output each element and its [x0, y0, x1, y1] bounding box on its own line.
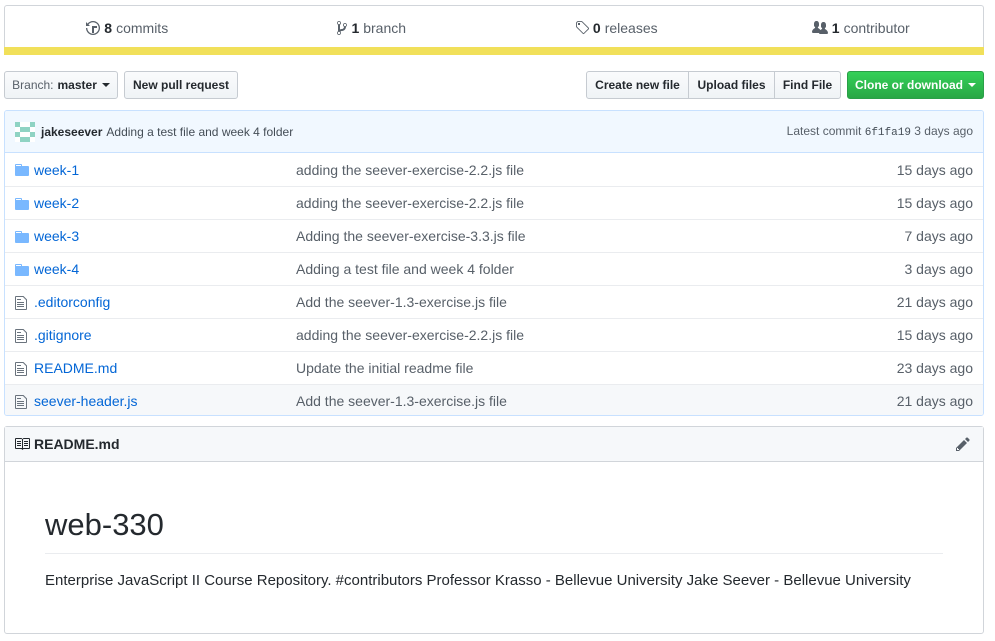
releases-stat[interactable]: 0 releases: [494, 20, 739, 36]
releases-label: releases: [604, 20, 658, 36]
file-age: 7 days ago: [904, 228, 974, 244]
file-commit-message[interactable]: Add the seever-1.3-exercise.js file: [296, 393, 507, 409]
file-row: week-4 Adding a test file and week 4 fold…: [5, 252, 983, 285]
file-name-link[interactable]: seever-header.js: [34, 393, 138, 409]
readme-filename: README.md: [34, 436, 120, 452]
tag-icon: [575, 21, 589, 35]
git-branch-icon: [337, 20, 348, 35]
file-name-link[interactable]: README.md: [34, 360, 117, 376]
releases-count: 0: [592, 20, 601, 36]
commits-stat[interactable]: 8 commits: [5, 20, 250, 36]
file-name-link[interactable]: week-1: [34, 162, 79, 178]
find-file-button[interactable]: Find File: [774, 71, 841, 99]
commits-count: 8: [104, 20, 113, 36]
file-navigation: Branch: master New pull request Create n…: [4, 71, 984, 100]
branch-stat[interactable]: 1 branch: [250, 20, 495, 36]
readme-heading: web-330: [45, 506, 943, 554]
caret-down-icon: [968, 83, 976, 87]
caret-down-icon: [101, 83, 110, 87]
file-table: jakeseever Adding a test file and week 4…: [4, 110, 984, 416]
contributor-count: 1: [831, 20, 840, 36]
file-commit-message[interactable]: Adding a test file and week 4 folder: [296, 261, 514, 277]
folder-icon: [15, 262, 31, 278]
branch-select-button[interactable]: Branch: master: [4, 71, 118, 99]
clone-or-download-label: Clone or download: [855, 78, 963, 92]
new-pull-request-button[interactable]: New pull request: [124, 71, 238, 99]
history-icon: [86, 21, 101, 35]
avatar[interactable]: [15, 121, 35, 142]
file-commit-message[interactable]: Add the seever-1.3-exercise.js file: [296, 294, 507, 310]
file-name-link[interactable]: .gitignore: [34, 327, 92, 343]
branch-label: branch: [363, 20, 407, 36]
file-icon: [15, 361, 31, 377]
file-row: .gitignore adding the seever-exercise-2.2…: [5, 318, 983, 351]
file-age: 15 days ago: [896, 327, 973, 343]
file-commit-message[interactable]: adding the seever-exercise-2.2.js file: [296, 195, 524, 211]
file-icon: [15, 394, 31, 410]
commit-message[interactable]: Adding a test file and week 4 folder: [106, 125, 293, 139]
commit-author[interactable]: jakeseever: [41, 125, 102, 139]
repo-summary: 8 commits 1 branch 0 releases 1 contribu…: [4, 5, 984, 55]
folder-icon: [15, 196, 31, 212]
file-row: week-3 Adding the seever-exercise-3.3.js …: [5, 219, 983, 252]
file-row: week-2 adding the seever-exercise-2.2.js …: [5, 186, 983, 219]
file-row: week-1 adding the seever-exercise-2.2.js …: [5, 153, 983, 186]
file-age: 3 days ago: [904, 261, 974, 277]
file-name-link[interactable]: week-2: [34, 195, 79, 211]
book-icon: [15, 438, 30, 450]
contributors-stat[interactable]: 1 contributor: [739, 20, 984, 36]
clone-or-download-button[interactable]: Clone or download: [847, 71, 984, 99]
readme-panel: README.md web-330 Enterprise JavaScript …: [4, 426, 984, 634]
file-age: 23 days ago: [896, 360, 973, 376]
file-commit-message[interactable]: Update the initial readme file: [296, 360, 473, 376]
contributor-label: contributor: [843, 20, 910, 36]
branch-name: master: [57, 78, 97, 92]
readme-content: web-330 Enterprise JavaScript II Course …: [5, 506, 983, 589]
latest-commit-bar: jakeseever Adding a test file and week 4…: [5, 111, 983, 153]
latest-commit-prefix: Latest commit: [786, 124, 862, 138]
latest-commit-info: Latest commit 6f1fa19 3 days ago: [787, 124, 973, 139]
file-row: seever-header.js Add the seever-1.3-exerc…: [5, 384, 983, 415]
organization-icon: [811, 21, 828, 34]
file-age: 15 days ago: [896, 161, 973, 178]
file-age: 21 days ago: [896, 294, 973, 310]
file-commit-message[interactable]: adding the seever-exercise-2.2.js file: [296, 162, 524, 178]
branch-count: 1: [351, 20, 360, 36]
file-commit-message[interactable]: Adding the seever-exercise-3.3.js file: [296, 228, 526, 244]
file-commit-message[interactable]: adding the seever-exercise-2.2.js file: [296, 327, 524, 343]
branch-prefix: Branch:: [12, 78, 54, 92]
file-icon: [15, 295, 31, 311]
commit-sha[interactable]: 6f1fa19: [865, 127, 911, 139]
file-name-link[interactable]: week-3: [34, 228, 79, 244]
commit-age: 3 days ago: [914, 124, 973, 138]
create-new-file-button[interactable]: Create new file: [586, 71, 689, 99]
commits-label: commits: [116, 20, 169, 36]
readme-header: README.md: [5, 427, 983, 462]
file-icon: [15, 328, 31, 344]
file-row: README.md Update the initial readme file 2…: [5, 351, 983, 384]
folder-icon: [15, 229, 31, 245]
file-name-link[interactable]: week-4: [34, 261, 79, 277]
upload-files-button[interactable]: Upload files: [688, 71, 775, 99]
file-age: 21 days ago: [896, 393, 973, 409]
pencil-icon[interactable]: [956, 436, 970, 452]
folder-icon: [15, 162, 31, 178]
file-row: .editorconfig Add the seever-1.3-exercise…: [5, 285, 983, 318]
readme-text: Enterprise JavaScript II Course Reposito…: [45, 571, 911, 589]
file-name-link[interactable]: .editorconfig: [34, 294, 110, 310]
file-age: 15 days ago: [896, 195, 973, 211]
language-bar[interactable]: [4, 47, 984, 55]
